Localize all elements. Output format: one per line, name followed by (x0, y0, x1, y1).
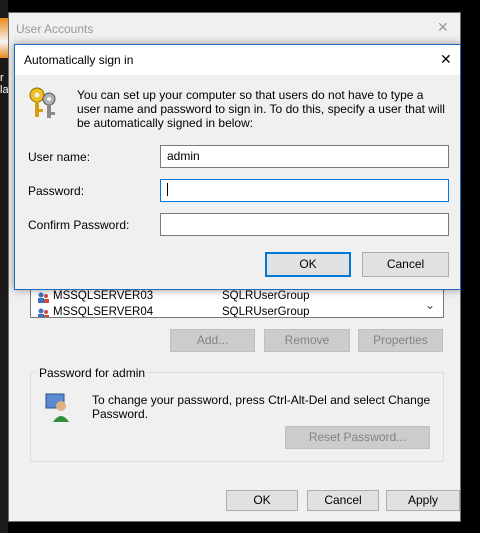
user-group-icon (38, 292, 49, 303)
user-group: SQLRUserGroup (222, 290, 310, 302)
properties-button[interactable]: Properties (358, 329, 443, 352)
remove-button[interactable]: Remove (264, 329, 350, 352)
close-icon[interactable]: ✕ (440, 51, 452, 68)
reset-password-button[interactable]: Reset Password... (285, 426, 430, 449)
list-item[interactable]: MSSQLSERVER04 SQLRUserGroup (37, 306, 417, 318)
list-item[interactable]: MSSQLSERVER03 SQLRUserGroup (37, 290, 417, 306)
user-group-icon (38, 308, 49, 317)
chevron-down-icon[interactable]: ⌄ (425, 298, 435, 312)
user-name: MSSQLSERVER04 (53, 306, 154, 318)
desktop-text-1: r (0, 72, 4, 84)
password-group-label: Password for admin (36, 366, 149, 380)
keys-icon (29, 87, 56, 118)
user-key-icon (45, 393, 69, 422)
apply-button[interactable]: Apply (386, 490, 460, 511)
dialog-cancel-button[interactable]: Cancel (362, 252, 449, 277)
dialog-ok-button[interactable]: OK (265, 252, 351, 277)
vlc-cone-icon (0, 18, 8, 58)
add-button[interactable]: Add... (170, 329, 255, 352)
users-list[interactable]: MSSQLSERVER03 SQLRUserGroup MSSQLSERVER0… (30, 286, 444, 318)
cancel-button[interactable]: Cancel (307, 490, 379, 511)
user-name: MSSQLSERVER03 (53, 290, 154, 302)
confirm-password-label: Confirm Password: (28, 218, 130, 232)
dialog-description: You can set up your computer so that use… (77, 88, 445, 130)
username-field[interactable]: admin (160, 145, 449, 168)
username-label: User name: (28, 150, 91, 164)
text-caret (167, 183, 168, 196)
password-field[interactable] (160, 179, 449, 202)
password-label: Password: (28, 184, 85, 198)
window-title: User Accounts (16, 22, 94, 36)
confirm-password-field[interactable] (160, 213, 449, 236)
dialog-title: Automatically sign in (24, 53, 134, 67)
password-change-text: To change your password, press Ctrl-Alt-… (92, 393, 431, 421)
close-icon[interactable]: ✕ (437, 19, 449, 36)
ok-button[interactable]: OK (226, 490, 298, 511)
user-group: SQLRUserGroup (222, 306, 310, 318)
